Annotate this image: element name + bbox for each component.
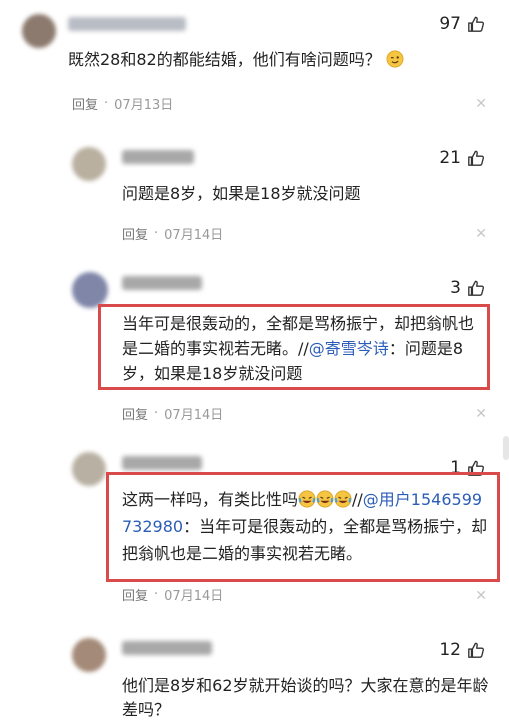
comment-meta: 回复 · 07月14日 [122, 224, 223, 243]
comment-meta: 回复 · 07月13日 [72, 94, 173, 113]
reply-button[interactable]: 回复 [122, 585, 148, 604]
like-button[interactable]: 12 [439, 640, 485, 660]
comment-date: 07月14日 [164, 408, 224, 423]
reply-button[interactable]: 回复 [122, 224, 148, 243]
username[interactable] [68, 17, 186, 31]
comment-meta: 回复 · 07月14日 [122, 585, 223, 604]
mention-link[interactable]: @寄雪岑诗 [309, 339, 389, 358]
crying-laugh-emoji-icon [334, 490, 352, 508]
like-count: 97 [439, 14, 461, 34]
close-icon[interactable]: ✕ [475, 406, 487, 422]
separator-dot: · [104, 96, 109, 111]
comment-text: 问题是8岁，如果是18岁就没问题 [122, 184, 361, 203]
like-count: 21 [439, 148, 461, 168]
comment-meta: 回复 · 07月14日 [122, 404, 223, 423]
separator-dot: · [154, 226, 159, 241]
scrollbar-thumb[interactable] [503, 436, 509, 460]
username[interactable] [122, 150, 194, 164]
reply-button[interactable]: 回复 [72, 94, 98, 113]
avatar[interactable] [72, 147, 106, 181]
separator-dot: · [154, 406, 159, 421]
close-icon[interactable]: ✕ [475, 96, 487, 112]
like-count: 12 [439, 640, 461, 660]
like-button[interactable]: 3 [450, 278, 485, 298]
comment-text-body: 既然28和82的都能结婚，他们有啥问题吗？ [68, 50, 381, 69]
like-button[interactable]: 97 [439, 14, 485, 34]
thumbs-up-icon[interactable] [467, 149, 485, 167]
comment-date: 07月14日 [164, 589, 224, 604]
separator-dot: · [154, 587, 159, 602]
username[interactable] [122, 456, 202, 470]
like-button[interactable]: 21 [439, 148, 485, 168]
avatar[interactable] [72, 452, 106, 486]
avatar[interactable] [72, 272, 108, 308]
thumbs-up-icon[interactable] [467, 279, 485, 297]
avatar[interactable] [22, 14, 56, 48]
separator-slashes: // [352, 490, 363, 509]
crying-laugh-emoji-icon [298, 490, 316, 508]
close-icon[interactable]: ✕ [475, 226, 487, 242]
wink-emoji-icon [386, 50, 404, 68]
comment-date: 07月13日 [114, 98, 174, 113]
comment-text-body: 这两一样吗，有类比性吗 [122, 490, 299, 509]
username[interactable] [122, 641, 212, 655]
comment-text: 这两一样吗，有类比性吗//@用户1546599732980：当年可是很轰动的，全… [122, 486, 488, 567]
close-icon[interactable]: ✕ [475, 588, 487, 604]
username[interactable] [122, 276, 202, 290]
comment-text: 他们是8岁和62岁就开始谈的吗？大家在意的是年龄差吗？ [122, 676, 489, 719]
thumbs-up-icon[interactable] [467, 641, 485, 659]
crying-laugh-emoji-icon [316, 490, 334, 508]
comment-text: 当年可是很轰动的，全都是骂杨振宁，却把翁帆也是二婚的事实视若无睹。//@寄雪岑诗… [122, 311, 482, 386]
avatar[interactable] [72, 638, 106, 672]
like-count: 3 [450, 278, 461, 298]
comment-date: 07月14日 [164, 228, 224, 243]
reply-button[interactable]: 回复 [122, 404, 148, 423]
comment-text: 既然28和82的都能结婚，他们有啥问题吗？ [68, 48, 488, 72]
thumbs-up-icon[interactable] [467, 15, 485, 33]
